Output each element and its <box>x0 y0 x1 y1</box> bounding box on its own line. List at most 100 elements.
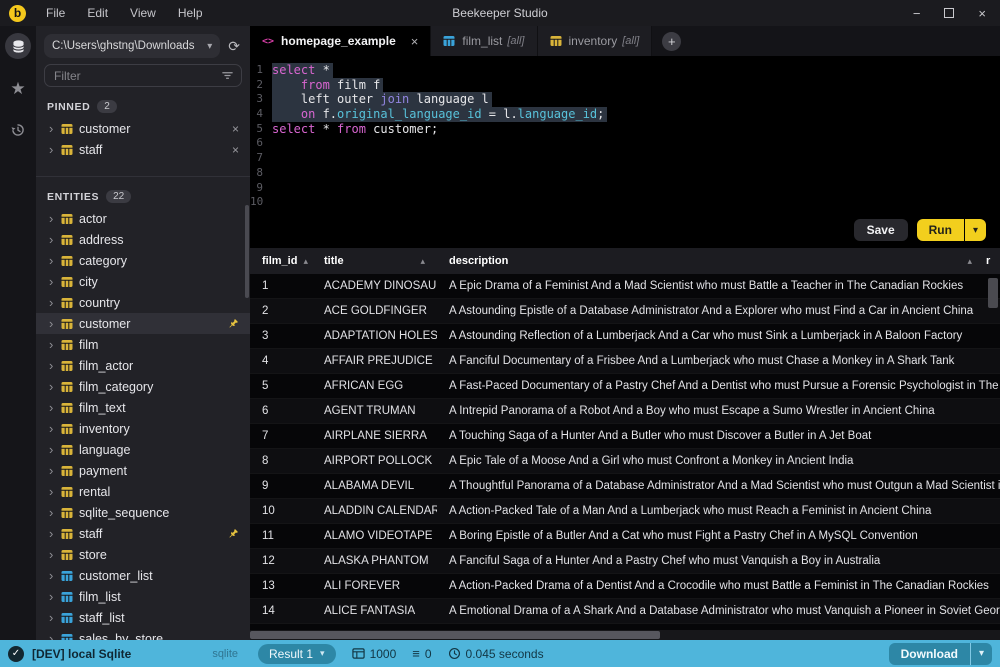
sidebar-item-staff_list[interactable]: ›staff_list <box>36 607 250 628</box>
download-button-main[interactable]: Download <box>889 643 970 665</box>
tab-homepage_example[interactable]: <>homepage_example× <box>250 26 431 56</box>
sort-asc-icon[interactable]: ▴ <box>961 256 972 267</box>
sidebar-item-sqlite_sequence[interactable]: ›sqlite_sequence <box>36 502 250 523</box>
column-header-partial[interactable]: r <box>984 248 1000 274</box>
table-row[interactable]: 9ALABAMA DEVILA Thoughtful Panorama of a… <box>250 474 1000 499</box>
filter-input[interactable] <box>44 64 242 87</box>
chevron-right-icon[interactable]: › <box>49 443 61 456</box>
sort-asc-icon[interactable]: ▴ <box>297 256 308 267</box>
table-row[interactable]: 2ACE GOLDFINGERA Astounding Epistle of a… <box>250 299 1000 324</box>
sidebar-item-payment[interactable]: ›payment <box>36 460 250 481</box>
chevron-right-icon[interactable]: › <box>49 485 61 498</box>
chevron-right-icon[interactable]: › <box>49 296 61 309</box>
pinned-item-customer[interactable]: ›customer× <box>36 118 250 139</box>
sidebar-item-sales_by_store[interactable]: ›sales_by_store <box>36 628 250 640</box>
table-row[interactable]: 8AIRPORT POLLOCKA Epic Tale of a Moose A… <box>250 449 1000 474</box>
database-tab-icon[interactable] <box>5 33 31 59</box>
maximize-icon[interactable] <box>944 8 954 18</box>
table-row[interactable]: 11ALAMO VIDEOTAPEA Boring Epistle of a B… <box>250 524 1000 549</box>
column-header-description[interactable]: description▴ <box>437 248 984 274</box>
grid-horizontal-scrollbar-thumb[interactable] <box>250 631 660 639</box>
sort-asc-icon[interactable]: ▴ <box>414 256 425 267</box>
chevron-right-icon[interactable]: › <box>49 254 61 267</box>
table-row[interactable]: 7AIRPLANE SIERRAA Touching Saga of a Hun… <box>250 424 1000 449</box>
column-header-film_id[interactable]: film_id▴ <box>250 248 312 274</box>
menu-view[interactable]: View <box>130 6 156 20</box>
table-row[interactable]: 1ACADEMY DINOSAURA Epic Drama of a Femin… <box>250 274 1000 299</box>
chevron-right-icon[interactable]: › <box>49 527 61 540</box>
chevron-right-icon[interactable]: › <box>49 422 61 435</box>
chevron-right-icon[interactable]: › <box>49 464 61 477</box>
sidebar-item-actor[interactable]: ›actor <box>36 208 250 229</box>
chevron-right-icon[interactable]: › <box>49 380 61 393</box>
close-tab-icon[interactable]: × <box>411 34 419 49</box>
sidebar-item-film_list[interactable]: ›film_list <box>36 586 250 607</box>
table-row[interactable]: 3ADAPTATION HOLESA Astounding Reflection… <box>250 324 1000 349</box>
download-options-caret[interactable]: ▾ <box>971 643 992 665</box>
save-button[interactable]: Save <box>854 219 908 241</box>
table-row[interactable]: 6AGENT TRUMANA Intrepid Panorama of a Ro… <box>250 399 1000 424</box>
sidebar-item-film_text[interactable]: ›film_text <box>36 397 250 418</box>
sidebar-item-customer_list[interactable]: ›customer_list <box>36 565 250 586</box>
unpin-icon[interactable]: × <box>232 143 239 157</box>
tab-inventory[interactable]: inventory[all] <box>538 26 653 56</box>
new-tab-button[interactable]: + <box>662 32 681 51</box>
sidebar-item-language[interactable]: ›language <box>36 439 250 460</box>
chevron-right-icon[interactable]: › <box>49 122 61 135</box>
result-selector[interactable]: Result 1 ▾ <box>258 644 336 664</box>
chevron-right-icon[interactable]: › <box>49 611 61 624</box>
refresh-icon[interactable]: ⟳ <box>228 38 240 55</box>
sidebar-item-rental[interactable]: ›rental <box>36 481 250 502</box>
sql-editor[interactable]: 1select *2 from film f3 left outer join … <box>250 56 1000 248</box>
table-icon <box>61 528 73 540</box>
sidebar-item-country[interactable]: ›country <box>36 292 250 313</box>
chevron-right-icon[interactable]: › <box>49 506 61 519</box>
sidebar-item-inventory[interactable]: ›inventory <box>36 418 250 439</box>
chevron-right-icon[interactable]: › <box>49 359 61 372</box>
chevron-right-icon[interactable]: › <box>49 590 61 603</box>
sidebar-item-film_actor[interactable]: ›film_actor <box>36 355 250 376</box>
sidebar-item-staff[interactable]: ›staff <box>36 523 250 544</box>
table-row[interactable]: 14ALICE FANTASIAA Emotional Drama of a A… <box>250 599 1000 624</box>
chevron-right-icon[interactable]: › <box>49 143 61 156</box>
chevron-right-icon[interactable]: › <box>49 569 61 582</box>
menu-edit[interactable]: Edit <box>87 6 108 20</box>
grid-vertical-scrollbar-thumb[interactable] <box>988 278 998 308</box>
sidebar-item-address[interactable]: ›address <box>36 229 250 250</box>
grid-horizontal-scrollbar[interactable] <box>250 630 1000 640</box>
database-selector[interactable]: C:\Users\ghstng\Downloads ▾ <box>44 34 220 58</box>
chevron-right-icon[interactable]: › <box>49 233 61 246</box>
sidebar-item-category[interactable]: ›category <box>36 250 250 271</box>
sidebar-item-film[interactable]: ›film <box>36 334 250 355</box>
sidebar-item-store[interactable]: ›store <box>36 544 250 565</box>
sidebar-scrollbar-thumb[interactable] <box>245 205 249 298</box>
table-row[interactable]: 13ALI FOREVERA Action-Packed Drama of a … <box>250 574 1000 599</box>
chevron-right-icon[interactable]: › <box>49 401 61 414</box>
sidebar-item-film_category[interactable]: ›film_category <box>36 376 250 397</box>
chevron-right-icon[interactable]: › <box>49 548 61 561</box>
run-button-main[interactable]: Run <box>917 219 964 241</box>
close-icon[interactable]: × <box>978 7 986 20</box>
chevron-right-icon[interactable]: › <box>49 317 61 330</box>
chevron-right-icon[interactable]: › <box>49 338 61 351</box>
table-row[interactable]: 10ALADDIN CALENDARA Action-Packed Tale o… <box>250 499 1000 524</box>
history-tab[interactable] <box>5 117 31 143</box>
chevron-right-icon[interactable]: › <box>49 632 61 640</box>
favorites-tab[interactable]: ★ <box>5 75 31 101</box>
table-row[interactable]: 12ALASKA PHANTOMA Fanciful Saga of a Hun… <box>250 549 1000 574</box>
table-row[interactable]: 5AFRICAN EGGA Fast-Paced Documentary of … <box>250 374 1000 399</box>
table-row[interactable]: 4AFFAIR PREJUDICEA Fanciful Documentary … <box>250 349 1000 374</box>
column-header-title[interactable]: title▴ <box>312 248 437 274</box>
chevron-right-icon[interactable]: › <box>49 212 61 225</box>
unpin-icon[interactable]: × <box>232 122 239 136</box>
menu-file[interactable]: File <box>46 6 65 20</box>
sidebar-item-city[interactable]: ›city <box>36 271 250 292</box>
sidebar-item-customer[interactable]: ›customer <box>36 313 250 334</box>
menu-help[interactable]: Help <box>178 6 203 20</box>
minimize-icon[interactable]: − <box>913 7 921 20</box>
tab-film_list[interactable]: film_list[all] <box>431 26 537 56</box>
chevron-right-icon[interactable]: › <box>49 275 61 288</box>
connection-status[interactable]: ✓ [DEV] local Sqlite sqlite <box>0 646 250 662</box>
pinned-item-staff[interactable]: ›staff× <box>36 139 250 160</box>
run-options-caret[interactable]: ▾ <box>965 219 986 241</box>
